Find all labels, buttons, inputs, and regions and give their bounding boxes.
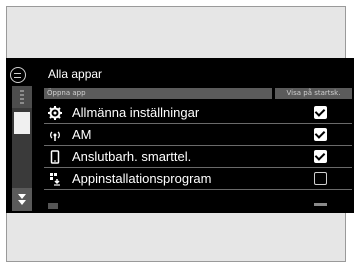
- column-header-show: Visa på startsk.: [275, 88, 352, 99]
- scrollbar[interactable]: [12, 86, 32, 211]
- scroll-up-button[interactable]: [12, 86, 32, 108]
- list-item[interactable]: AM: [44, 124, 352, 146]
- list-item[interactable]: Anslutbarh. smarttel.: [44, 146, 352, 168]
- list-item-label: Anslutbarh. smarttel.: [72, 149, 192, 164]
- infotainment-screen: Alla appar Öppna app Visa på startsk. Al…: [6, 58, 354, 213]
- list-item[interactable]: Allmänna inställningar: [44, 102, 352, 124]
- partial-checkbox[interactable]: [314, 203, 327, 206]
- show-checkbox[interactable]: [314, 150, 327, 163]
- column-headers: Öppna app Visa på startsk.: [44, 88, 352, 99]
- page-title: Alla appar: [48, 67, 103, 81]
- back-button[interactable]: [10, 67, 26, 83]
- header: Alla appar: [6, 64, 354, 86]
- partial-icon: [48, 203, 58, 209]
- radio-antenna-icon: [50, 131, 60, 141]
- show-checkbox[interactable]: [314, 172, 327, 185]
- list-item[interactable]: Appinstallationsprogram: [44, 168, 352, 190]
- list-item-partial[interactable]: [44, 200, 352, 212]
- show-checkbox[interactable]: [314, 128, 327, 141]
- app-installer-icon: [50, 173, 60, 186]
- list-item-label: Allmänna inställningar: [72, 105, 200, 120]
- column-header-app: Öppna app: [44, 88, 272, 99]
- scroll-down-button[interactable]: [12, 188, 32, 211]
- list-item-label: Appinstallationsprogram: [72, 171, 212, 186]
- smartphone-icon: [50, 150, 60, 164]
- show-checkbox[interactable]: [314, 106, 327, 119]
- scroll-thumb[interactable]: [14, 112, 30, 134]
- gear-icon: [48, 106, 62, 120]
- list-item-label: AM: [72, 127, 92, 142]
